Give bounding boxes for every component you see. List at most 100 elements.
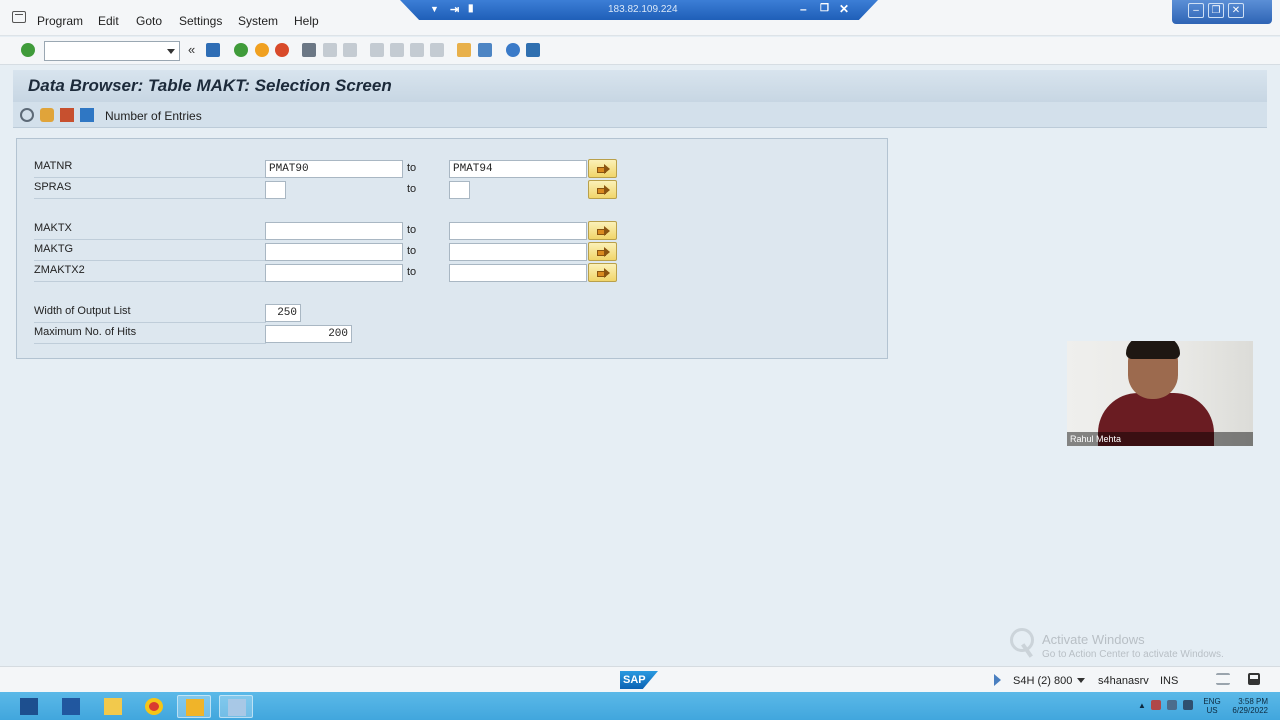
- first-page-icon[interactable]: [370, 43, 384, 57]
- rdp-dropdown-icon[interactable]: ▼: [430, 4, 439, 14]
- activate-windows-title: Activate Windows: [1042, 632, 1145, 647]
- taskbar-sap-gui[interactable]: [219, 695, 253, 718]
- zmaktx2-to-input[interactable]: [449, 264, 587, 282]
- menu-help[interactable]: Help: [294, 14, 319, 28]
- matnr-to-input[interactable]: PMAT94: [449, 160, 587, 178]
- window-restore-icon[interactable]: ❐: [1208, 3, 1224, 18]
- matnr-multiple-selection-button[interactable]: [588, 159, 617, 178]
- lock-icon[interactable]: [1248, 673, 1260, 685]
- insert-mode[interactable]: INS: [1160, 675, 1178, 687]
- maktg-to-input[interactable]: [449, 243, 587, 261]
- rdp-pin-icon[interactable]: ⇥: [450, 3, 459, 16]
- taskbar-sap-logon[interactable]: [177, 695, 211, 718]
- page-title: Data Browser: Table MAKT: Selection Scre…: [28, 76, 392, 95]
- language-code: ENG: [1203, 697, 1221, 706]
- enter-check-icon[interactable]: [21, 43, 35, 57]
- window-menu-icon[interactable]: [12, 11, 26, 23]
- sap-gui-icon: [228, 699, 246, 716]
- language-indicator[interactable]: ENG US: [1202, 697, 1222, 715]
- width-of-output-list-input[interactable]: 250: [265, 304, 301, 322]
- rdp-ip-address: 183.82.109.224: [608, 4, 678, 15]
- help-icon[interactable]: [506, 43, 520, 57]
- matnr-to-label: to: [407, 162, 417, 174]
- rdp-minimize-icon[interactable]: –: [800, 2, 807, 16]
- chrome-icon: [145, 698, 163, 715]
- zmaktx2-from-input[interactable]: [265, 264, 403, 282]
- print-icon[interactable]: [302, 43, 316, 57]
- keyboard-layout: US: [1206, 706, 1218, 715]
- zmaktx2-multiple-selection-button[interactable]: [588, 263, 617, 282]
- rdp-restore-icon[interactable]: ❐: [820, 3, 829, 14]
- clock[interactable]: 3:58 PM 6/29/2022: [1228, 697, 1268, 715]
- presenter-hair: [1126, 341, 1180, 359]
- previous-page-icon[interactable]: [390, 43, 404, 57]
- customize-layout-icon[interactable]: [526, 43, 540, 57]
- maktg-label: MAKTG: [34, 243, 266, 261]
- info-icon[interactable]: [80, 108, 94, 122]
- delete-selection-icon[interactable]: [60, 108, 74, 122]
- taskbar-powershell[interactable]: [54, 695, 88, 718]
- system-info-dropdown-icon[interactable]: [1077, 678, 1085, 683]
- maximum-hits-label: Maximum No. of Hits: [34, 326, 266, 344]
- status-split-icon[interactable]: [1216, 673, 1230, 685]
- server-name: s4hanasrv: [1098, 675, 1149, 687]
- matnr-from-input[interactable]: PMAT90: [265, 160, 403, 178]
- tray-network-icon[interactable]: [1167, 700, 1177, 710]
- exit-icon[interactable]: [255, 43, 269, 57]
- execute-icon[interactable]: [20, 108, 34, 122]
- menu-settings[interactable]: Settings: [179, 14, 222, 28]
- menu-program[interactable]: Program: [37, 14, 83, 28]
- tray-volume-icon[interactable]: [1183, 700, 1193, 710]
- maktx-multiple-selection-button[interactable]: [588, 221, 617, 240]
- find-icon[interactable]: [323, 43, 337, 57]
- clock-time: 3:58 PM: [1238, 697, 1268, 706]
- tray-show-hidden-icon[interactable]: ▲: [1138, 701, 1146, 710]
- back-icon[interactable]: [234, 43, 248, 57]
- standard-toolbar: «: [0, 37, 1280, 65]
- window-close-icon[interactable]: ✕: [1228, 3, 1244, 18]
- taskbar-server-manager[interactable]: [12, 695, 46, 718]
- new-session-icon[interactable]: [457, 43, 471, 57]
- collapse-command-icon[interactable]: «: [188, 42, 195, 57]
- selection-options-icon[interactable]: [40, 108, 54, 122]
- maktx-label: MAKTX: [34, 222, 266, 240]
- menu-goto[interactable]: Goto: [136, 14, 162, 28]
- windows-taskbar: ▲ ENG US 3:58 PM 6/29/2022: [0, 692, 1280, 720]
- spras-from-input[interactable]: [265, 181, 286, 199]
- maktg-multiple-selection-button[interactable]: [588, 242, 617, 261]
- taskbar-chrome[interactable]: [137, 695, 171, 718]
- last-page-icon[interactable]: [430, 43, 444, 57]
- spras-label: SPRAS: [34, 181, 266, 199]
- system-info[interactable]: S4H (2) 800: [1013, 675, 1072, 687]
- number-of-entries-button[interactable]: Number of Entries: [105, 109, 202, 123]
- next-page-icon[interactable]: [410, 43, 424, 57]
- maktg-to-label: to: [407, 245, 417, 257]
- sap-logo: SAP: [620, 671, 658, 689]
- window-minimize-icon[interactable]: –: [1188, 3, 1204, 18]
- save-icon[interactable]: [206, 43, 220, 57]
- menu-system[interactable]: System: [238, 14, 278, 28]
- clock-date: 6/29/2022: [1232, 706, 1268, 715]
- create-shortcut-icon[interactable]: [478, 43, 492, 57]
- command-field-dropdown-icon[interactable]: [167, 49, 175, 54]
- menu-edit[interactable]: Edit: [98, 14, 119, 28]
- command-field[interactable]: [44, 41, 180, 61]
- status-bar: SAP S4H (2) 800 s4hanasrv INS: [0, 666, 1280, 692]
- window-controls: – ❐ ✕: [1172, 0, 1272, 24]
- tray-flag-icon[interactable]: [1151, 700, 1161, 710]
- webcam-video: Rahul Mehta: [1067, 341, 1253, 446]
- taskbar-file-explorer[interactable]: [96, 695, 130, 718]
- maximum-hits-input[interactable]: 200: [265, 325, 352, 343]
- spras-to-input[interactable]: [449, 181, 470, 199]
- activate-windows-watermark: Activate Windows Go to Action Center to …: [1042, 632, 1224, 660]
- spras-multiple-selection-button[interactable]: [588, 180, 617, 199]
- title-bar: Data Browser: Table MAKT: Selection Scre…: [13, 70, 1267, 102]
- find-next-icon[interactable]: [343, 43, 357, 57]
- rdp-close-icon[interactable]: ✕: [839, 2, 849, 16]
- maktg-from-input[interactable]: [265, 243, 403, 261]
- maktx-to-input[interactable]: [449, 222, 587, 240]
- application-toolbar: Number of Entries: [13, 102, 1267, 128]
- status-expand-icon[interactable]: [994, 674, 1001, 686]
- maktx-from-input[interactable]: [265, 222, 403, 240]
- cancel-icon[interactable]: [275, 43, 289, 57]
